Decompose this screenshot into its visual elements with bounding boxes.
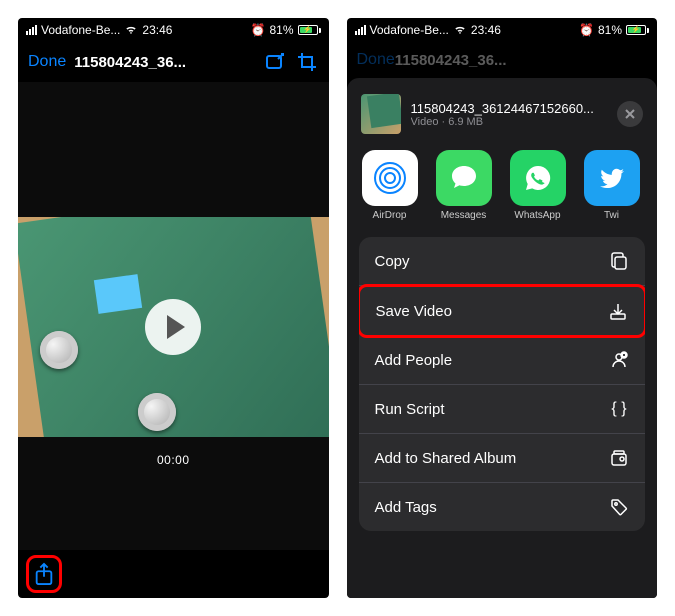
twitter-app[interactable]: Twi [583,150,641,221]
video-area: 00:00 [18,82,329,550]
time-label: 23:46 [471,23,501,37]
braces-icon: { } [609,399,629,419]
carrier-label: Vodafone-Be... [370,23,449,37]
battery-pct: 81% [598,23,622,37]
whatsapp-icon [510,150,566,206]
add-shared-album-action[interactable]: Add to Shared Album [359,434,646,483]
crop-icon[interactable] [295,50,319,74]
time-label: 23:46 [142,23,172,37]
video-time: 00:00 [18,437,329,483]
alarm-icon: ⏰ [251,23,266,37]
carrier-label: Vodafone-Be... [41,23,120,37]
battery-pct: 81% [269,23,293,37]
nav-title-dim: 115804243_36... [395,52,647,69]
add-people-action[interactable]: Add People [359,336,646,385]
status-bar: Vodafone-Be... 23:46 ⏰ 81% ⚡ [347,18,658,42]
signal-icon [355,25,366,35]
bottom-bar [18,550,329,598]
add-shared-label: Add to Shared Album [375,450,517,467]
sheet-title: 115804243_36124467152660... [411,101,608,116]
airdrop-label: AirDrop [373,210,407,221]
sheet-subtitle: Video · 6.9 MB [411,116,608,128]
save-video-action[interactable]: Save Video [359,284,646,338]
close-icon [624,108,636,120]
battery-icon: ⚡ [626,25,649,35]
album-icon [609,448,629,468]
messages-label: Messages [441,210,487,221]
action-list: Copy Save Video Add People Run Script { … [359,237,646,531]
twitter-label: Twi [604,210,619,221]
add-tags-label: Add Tags [375,499,437,516]
video-frame[interactable] [18,217,329,437]
twitter-icon [584,150,640,206]
add-people-icon [609,350,629,370]
tag-icon [609,497,629,517]
right-phone-screen: Vodafone-Be... 23:46 ⏰ 81% ⚡ Done 115804… [347,18,658,598]
copy-action[interactable]: Copy [359,237,646,286]
close-button[interactable] [617,101,643,127]
alarm-icon: ⏰ [579,23,594,37]
add-people-label: Add People [375,352,453,369]
play-icon [167,315,185,339]
sheet-header: 115804243_36124467152660... Video · 6.9 … [347,88,658,146]
share-sheet: 115804243_36124467152660... Video · 6.9 … [347,78,658,598]
copy-icon [609,251,629,271]
battery-icon: ⚡ [298,25,321,35]
nav-bar: Done 115804243_36... [18,42,329,82]
share-highlight [26,555,62,593]
play-button[interactable] [145,299,201,355]
done-button[interactable]: Done [28,53,66,71]
share-icon[interactable] [33,562,55,586]
share-app-row: AirDrop Messages WhatsApp Twi [347,146,658,237]
dimmed-nav: Done 115804243_36... [347,42,658,78]
download-icon [608,301,628,321]
airdrop-app[interactable]: AirDrop [361,150,419,221]
nav-title: 115804243_36... [74,54,254,71]
save-video-label: Save Video [376,303,452,320]
run-script-action[interactable]: Run Script { } [359,385,646,434]
signal-icon [26,25,37,35]
run-script-label: Run Script [375,401,445,418]
done-button-dim: Done [357,51,395,69]
whatsapp-app[interactable]: WhatsApp [509,150,567,221]
copy-label: Copy [375,253,410,270]
wifi-icon [124,25,138,35]
messages-icon [436,150,492,206]
messages-app[interactable]: Messages [435,150,493,221]
pip-icon[interactable] [263,50,287,74]
add-tags-action[interactable]: Add Tags [359,483,646,531]
whatsapp-label: WhatsApp [514,210,560,221]
airdrop-icon [362,150,418,206]
wifi-icon [453,25,467,35]
left-phone-screen: Vodafone-Be... 23:46 ⏰ 81% ⚡ Done 115804… [18,18,329,598]
video-thumbnail [361,94,401,134]
status-bar: Vodafone-Be... 23:46 ⏰ 81% ⚡ [18,18,329,42]
